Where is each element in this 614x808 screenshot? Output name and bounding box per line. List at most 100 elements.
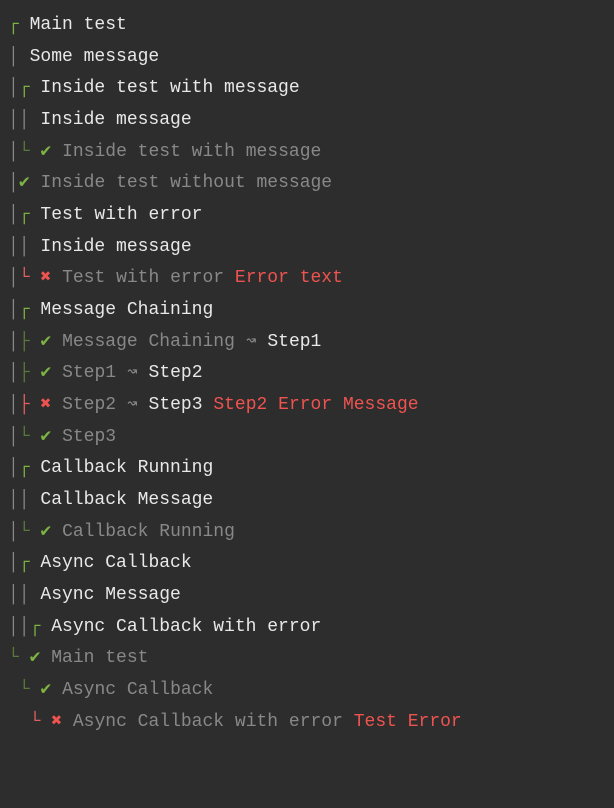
- tree-branch: ┌: [19, 200, 41, 232]
- tree-branch: └: [19, 517, 41, 549]
- test-label: Test with error: [40, 200, 202, 232]
- tree-branch: ││: [8, 485, 40, 517]
- test-label: Test with error: [62, 263, 235, 295]
- tree-branch: └: [19, 422, 41, 454]
- test-label: Async Callback: [62, 675, 213, 707]
- test-output-line: │✔ Inside test without message: [8, 168, 606, 200]
- check-icon: ✔: [40, 137, 62, 169]
- test-label: Message Chaining: [40, 295, 213, 327]
- tree-branch: ││: [8, 105, 40, 137]
- tree-branch: ├: [19, 390, 41, 422]
- error-text: Test Error: [354, 707, 462, 739]
- test-label: Inside message: [40, 232, 191, 264]
- test-label: Main test: [30, 10, 127, 42]
- error-text: Step2 Error Message: [213, 390, 418, 422]
- arrow-icon: ↝: [246, 327, 268, 359]
- tree-branch: └: [19, 675, 41, 707]
- tree-branch: │: [8, 453, 19, 485]
- test-label: Main test: [51, 643, 148, 675]
- test-label: Async Callback with error: [51, 612, 321, 644]
- check-icon: ✔: [40, 517, 62, 549]
- test-label: Async Callback with error: [73, 707, 354, 739]
- test-output-line: ┌ Main test: [8, 10, 606, 42]
- test-output-line: │└ ✖ Test with error Error text: [8, 263, 606, 295]
- test-output-line: │┌ Message Chaining: [8, 295, 606, 327]
- test-label: Async Callback: [40, 548, 191, 580]
- tree-branch: │: [8, 358, 19, 390]
- test-output-line: │├ ✖ Step2 ↝ Step3 Step2 Error Message: [8, 390, 606, 422]
- tree-branch: ┌: [19, 295, 41, 327]
- tree-branch: ├: [19, 327, 41, 359]
- cross-icon: ✖: [40, 390, 62, 422]
- test-output-line: └ ✔ Main test: [8, 643, 606, 675]
- test-output-line: │└ ✔ Callback Running: [8, 517, 606, 549]
- test-label: Inside message: [40, 105, 191, 137]
- check-icon: ✔: [30, 643, 52, 675]
- test-label: Callback Running: [40, 453, 213, 485]
- arrow-icon: ↝: [127, 390, 149, 422]
- tree-branch: │: [8, 263, 19, 295]
- test-output-line: ││┌ Async Callback with error: [8, 612, 606, 644]
- tree-branch: ┌: [19, 453, 41, 485]
- test-output-line: │┌ Callback Running: [8, 453, 606, 485]
- test-label: Step2: [62, 390, 127, 422]
- test-label: Inside test with message: [40, 73, 299, 105]
- test-output-line: │┌ Test with error: [8, 200, 606, 232]
- test-output-line: ││ Inside message: [8, 105, 606, 137]
- test-label: Step3: [62, 422, 116, 454]
- test-output-line: ││ Async Message: [8, 580, 606, 612]
- test-label: Inside test without message: [40, 168, 332, 200]
- test-label: Inside test with message: [62, 137, 321, 169]
- check-icon: ✔: [40, 327, 62, 359]
- test-output-line: └ ✔ Async Callback: [8, 675, 606, 707]
- test-label: Message Chaining: [62, 327, 246, 359]
- test-output-line: │ Some message: [8, 42, 606, 74]
- test-label: Step1: [62, 358, 127, 390]
- tree-branch: ││: [8, 232, 40, 264]
- test-output-line: │┌ Inside test with message: [8, 73, 606, 105]
- tree-branch: ││: [8, 612, 30, 644]
- tree-branch: │: [8, 137, 19, 169]
- arrow-icon: ↝: [127, 358, 149, 390]
- tree-branch: └: [30, 707, 52, 739]
- test-output-line: ││ Callback Message: [8, 485, 606, 517]
- tree-branch: │: [8, 327, 19, 359]
- tree-branch: │: [8, 517, 19, 549]
- tree-branch: └: [19, 263, 41, 295]
- tree-branch: [8, 707, 30, 739]
- test-output-tree: ┌ Main test│ Some message│┌ Inside test …: [8, 10, 606, 738]
- test-label: Step3: [149, 390, 214, 422]
- tree-branch: │: [8, 42, 30, 74]
- tree-branch: ┌: [30, 612, 52, 644]
- tree-branch: ├: [19, 358, 41, 390]
- test-output-line: └ ✖ Async Callback with error Test Error: [8, 707, 606, 739]
- tree-branch: │: [8, 295, 19, 327]
- check-icon: ✔: [19, 168, 41, 200]
- test-output-line: │└ ✔ Step3: [8, 422, 606, 454]
- test-output-line: │├ ✔ Step1 ↝ Step2: [8, 358, 606, 390]
- test-output-line: │└ ✔ Inside test with message: [8, 137, 606, 169]
- tree-branch: [8, 675, 19, 707]
- error-text: Error text: [235, 263, 343, 295]
- check-icon: ✔: [40, 358, 62, 390]
- tree-branch: ┌: [8, 10, 30, 42]
- tree-branch: └: [19, 137, 41, 169]
- tree-branch: │: [8, 73, 19, 105]
- tree-branch: ││: [8, 580, 40, 612]
- test-label: Some message: [30, 42, 160, 74]
- test-label: Step2: [149, 358, 203, 390]
- tree-branch: │: [8, 390, 19, 422]
- test-label: Callback Running: [62, 517, 235, 549]
- cross-icon: ✖: [40, 263, 62, 295]
- tree-branch: ┌: [19, 73, 41, 105]
- test-output-line: ││ Inside message: [8, 232, 606, 264]
- tree-branch: │: [8, 168, 19, 200]
- tree-branch: ┌: [19, 548, 41, 580]
- tree-branch: │: [8, 422, 19, 454]
- test-label: Step1: [267, 327, 321, 359]
- test-label: Callback Message: [40, 485, 213, 517]
- test-output-line: │├ ✔ Message Chaining ↝ Step1: [8, 327, 606, 359]
- test-label: Async Message: [40, 580, 180, 612]
- tree-branch: │: [8, 548, 19, 580]
- check-icon: ✔: [40, 675, 62, 707]
